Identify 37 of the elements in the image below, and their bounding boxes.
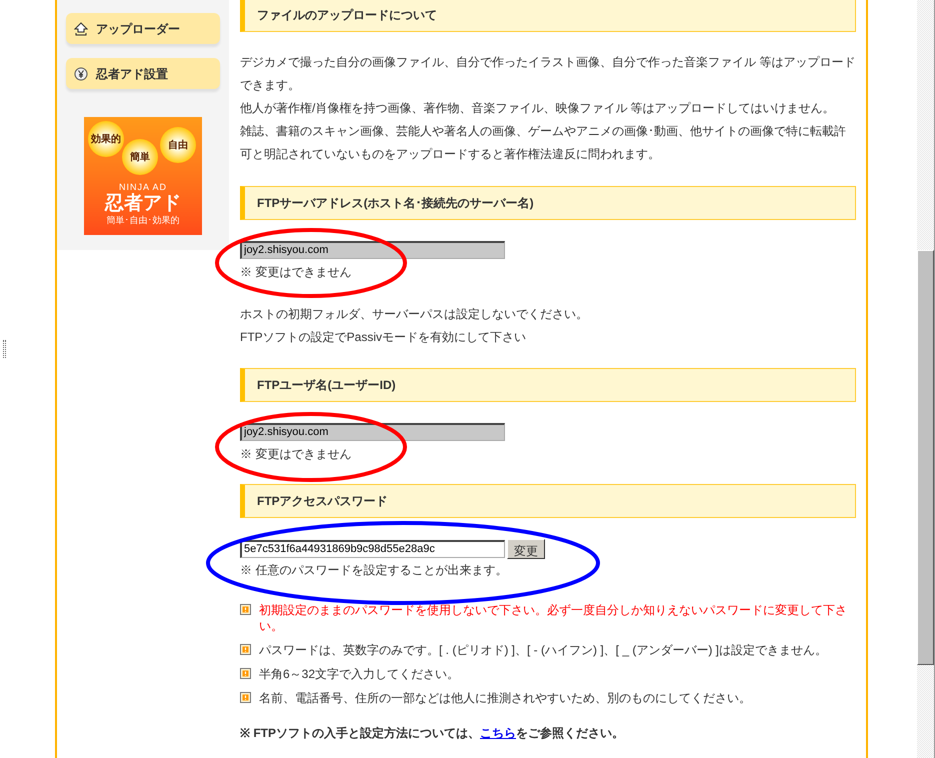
paragraph: デジカメで撮った自分の画像ファイル、自分で作ったイラスト画像、自分で作った音楽ファイル 等はアップロードできます。 bbox=[240, 54, 856, 94]
warning-text: 名前、電話番号、住所の一部などは他人に推測されやすいため、別のものにしてください。 bbox=[259, 690, 751, 706]
note: ※ 変更はできません bbox=[240, 446, 352, 463]
link[interactable]: こちら bbox=[480, 726, 516, 740]
text-field[interactable]: 5e7c531f6a44931869b9c98d55e28a9c bbox=[240, 540, 505, 558]
sidebar-link[interactable]: 忍者アド設置 bbox=[66, 58, 220, 89]
ad-banner[interactable]: 効果的 簡単 自由 NINJA AD 忍者アド 簡単･自由･効果的 bbox=[84, 117, 202, 235]
paragraph: ホストの初期フォルダ、サーバーパスは設定しないでください。 bbox=[240, 306, 589, 323]
banner-brand: NINJA AD bbox=[118, 182, 167, 193]
paragraph: 雑誌、書籍のスキャン画像、芸能人や著名人の画像、ゲームやアニメの画像･動画、他サイトの画像で特に転載許可と明記されていないものをアップロードすると著作権法違反に問われます。 bbox=[240, 123, 847, 163]
warning-icon bbox=[240, 692, 251, 703]
warning-text: 半角6～32文字で入力してください。 bbox=[259, 666, 460, 682]
section-heading: FTPアクセスパスワード bbox=[240, 484, 856, 518]
warning-icon bbox=[240, 644, 251, 655]
banner-badge-text: 効果的 bbox=[91, 132, 121, 146]
section-heading: FTPユーザ名(ユーザーID) bbox=[240, 368, 856, 402]
scrollbar[interactable] bbox=[917, 0, 935, 758]
paragraph: 他人が著作権/肖像権を持つ画像、著作物、音楽ファイル、映像ファイル 等はアップロードしてはいけません。 bbox=[240, 100, 836, 117]
note: ※ 任意のパスワードを設定することが出来ます。 bbox=[240, 562, 508, 579]
section-heading: ファイルのアップロードについて bbox=[240, 0, 856, 32]
banner-badge-text: 簡単 bbox=[130, 150, 150, 164]
note: ※ 変更はできません bbox=[240, 264, 352, 281]
banner-badge-text: 自由 bbox=[168, 138, 188, 152]
banner-title: 忍者アド bbox=[105, 193, 181, 215]
warning-text: パスワードは、英数字のみです。[ . (ピリオド) ]、[ - (ハイフン) ]、[ _ (アンダーバー) ]は設定できません。 bbox=[259, 642, 827, 658]
paragraph: FTPソフトの設定でPassivモードを有効にして下さい bbox=[240, 329, 528, 346]
yen-coin-icon bbox=[74, 66, 88, 80]
warning-icon bbox=[240, 668, 251, 679]
footer-note: ※ FTPソフトの入手と設定方法については、こちら をご参照ください。 bbox=[240, 725, 625, 742]
section-heading: FTPサーバアドレス(ホスト名･接続先のサーバー名) bbox=[240, 186, 856, 220]
change-button[interactable]: 変更 bbox=[507, 539, 545, 559]
banner-tagline: 簡単･自由･効果的 bbox=[106, 215, 180, 226]
sidebar-link[interactable]: アップローダー bbox=[66, 13, 220, 44]
upload-icon bbox=[74, 22, 88, 36]
warning-icon bbox=[240, 604, 251, 615]
warning-text: 初期設定のままのパスワードを使用しないで下さい。必ず一度自分しか知りえないパスワードに変更して下さい。 bbox=[259, 602, 848, 634]
resize-handle[interactable] bbox=[3, 340, 6, 358]
